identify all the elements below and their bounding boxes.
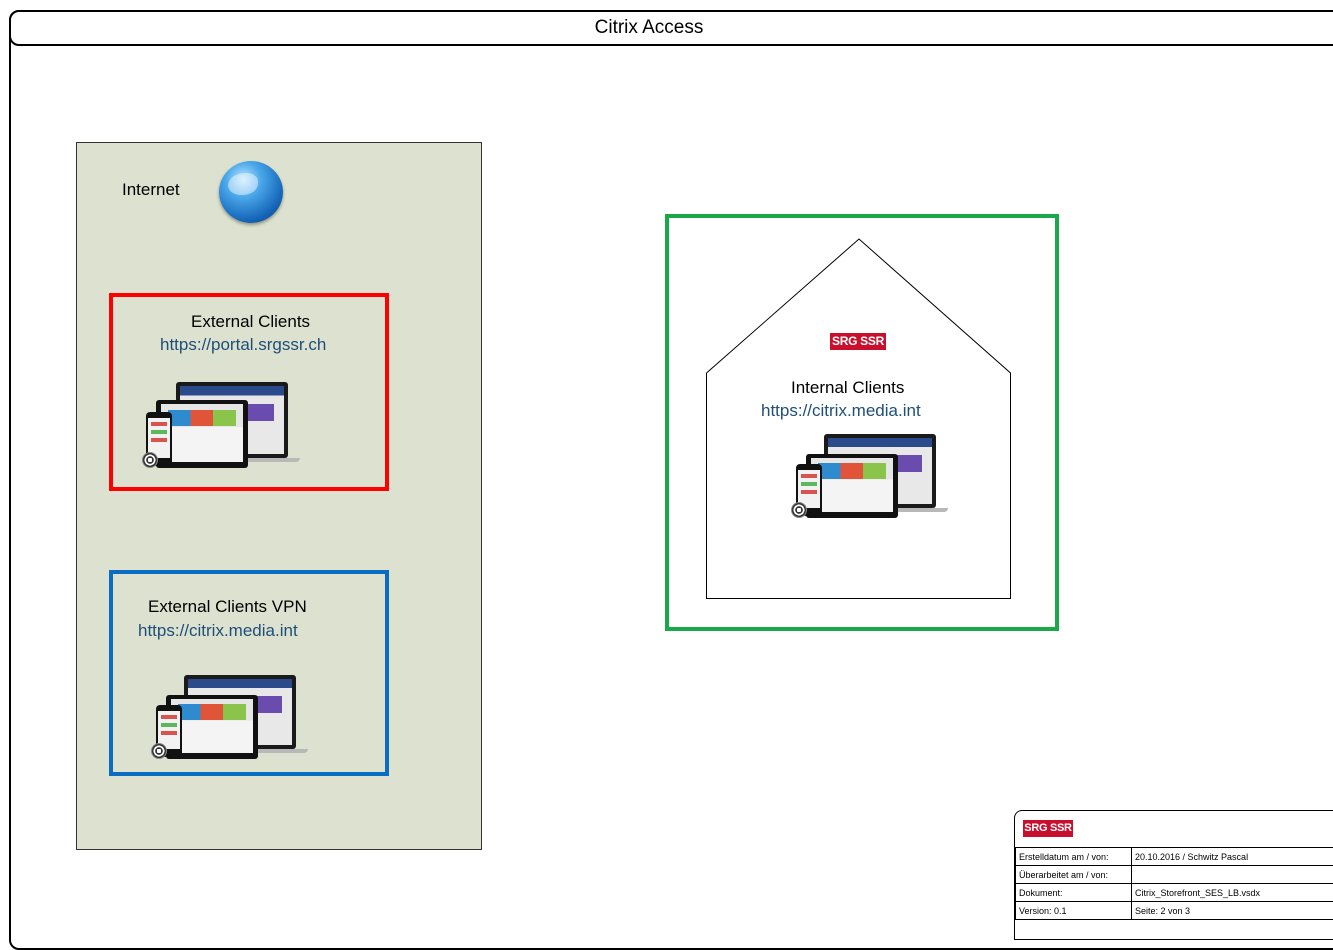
internet-label: Internet [122, 180, 180, 200]
info-value: 20.10.2016 / Schwitz Pascal [1132, 848, 1333, 866]
info-value: Citrix_Storefront_SES_LB.vsdx [1132, 884, 1333, 902]
internal-clients-url: https://citrix.media.int [761, 401, 921, 421]
table-row: Dokument: Citrix_Storefront_SES_LB.vsdx [1016, 884, 1333, 902]
table-row: Überarbeitet am / von: [1016, 866, 1333, 884]
info-key: Überarbeitet am / von: [1016, 866, 1132, 884]
info-value: Seite: 2 von 3 [1132, 902, 1333, 920]
external-clients-url: https://portal.srgssr.ch [160, 335, 326, 355]
page-title-bar: Citrix Access [9, 10, 1333, 46]
devices-icon [150, 673, 310, 763]
table-row: Erstelldatum am / von: 20.10.2016 / Schw… [1016, 848, 1333, 866]
globe-icon [219, 161, 283, 223]
internal-clients-label: Internal Clients [791, 378, 904, 398]
external-clients-label: External Clients [191, 312, 310, 332]
devices-icon [142, 380, 302, 475]
srg-ssr-logo: SRG SSR [830, 333, 886, 350]
external-clients-vpn-label: External Clients VPN [148, 597, 307, 617]
page-title: Citrix Access [595, 17, 704, 38]
table-row: Version: 0.1 Seite: 2 von 3 [1016, 902, 1333, 920]
external-clients-vpn-url: https://citrix.media.int [138, 621, 298, 641]
srg-ssr-logo: SRG SSR [1023, 820, 1073, 837]
info-key: Erstelldatum am / von: [1016, 848, 1132, 866]
devices-icon [790, 432, 950, 524]
info-key: Version: 0.1 [1016, 902, 1132, 920]
document-info-block: SRG SSR Erstelldatum am / von: 20.10.201… [1014, 810, 1333, 940]
info-value [1132, 866, 1333, 884]
document-info-table: Erstelldatum am / von: 20.10.2016 / Schw… [1015, 847, 1333, 920]
info-key: Dokument: [1016, 884, 1132, 902]
